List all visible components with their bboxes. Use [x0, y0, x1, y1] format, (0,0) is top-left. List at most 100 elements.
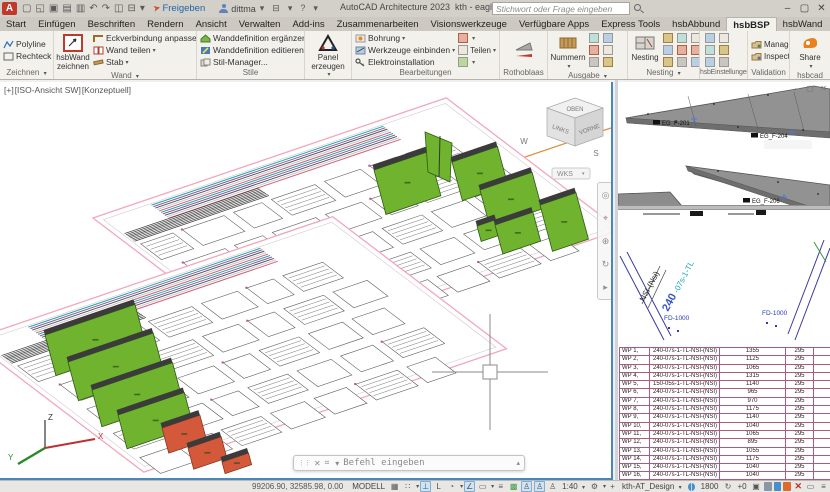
- user-dropdown-icon[interactable]: ▾: [260, 3, 265, 13]
- navigation-wheel-icon[interactable]: ◎: [602, 190, 610, 200]
- validation-manager-button[interactable]: Manager: [750, 38, 790, 50]
- tab-zusammenarbeiten[interactable]: Zusammenarbeiten: [331, 17, 425, 31]
- model-viewport[interactable]: [+][ISO-Ansicht SW][Konzeptuell] ZXYOBEN…: [0, 82, 613, 480]
- teilen-button[interactable]: Teilen▾: [470, 44, 496, 56]
- sheetset-icon[interactable]: ⊟: [128, 3, 136, 14]
- save-as-icon[interactable]: ▤: [62, 3, 71, 14]
- tab-hsbabbund[interactable]: hsbAbbund: [666, 17, 726, 31]
- rothoblaas-blade-icon[interactable]: [514, 53, 534, 59]
- nest-delete-icon[interactable]: [691, 45, 700, 55]
- tab-verf-gbare-apps[interactable]: Verfügbare Apps: [513, 17, 595, 31]
- nest-edit-icon[interactable]: [663, 45, 673, 55]
- share-button[interactable]: ➤ Freigeben: [153, 3, 205, 14]
- cutout-icon[interactable]: [458, 33, 468, 43]
- divide-icon[interactable]: [458, 45, 468, 55]
- panel-label[interactable]: hsbcad: [790, 71, 830, 79]
- customize-command-icon[interactable]: ⌗: [325, 458, 330, 468]
- nummern-button[interactable]: Nummern▾: [550, 32, 586, 71]
- tab-hsbbsp[interactable]: hsbBSP: [726, 17, 776, 31]
- nest-lock-icon[interactable]: [663, 57, 673, 67]
- offset-value[interactable]: +0: [734, 482, 749, 491]
- pane-minimize-button[interactable]: –: [795, 84, 799, 93]
- detail-pane-top[interactable]: EG_F-201EG_F-204EG_F-206 – ▢ ✕: [618, 82, 830, 205]
- chevron-down-icon[interactable]: ▾: [472, 59, 475, 66]
- customization-menu-icon[interactable]: ≡: [818, 481, 829, 492]
- tab-hsbwand[interactable]: hsbWand: [777, 17, 829, 31]
- viewport-visualstyle-control[interactable]: [Konzeptuell]: [82, 85, 131, 95]
- settings-list-icon[interactable]: [719, 33, 729, 43]
- wand-teilen-button[interactable]: Wand teilen▾: [92, 44, 197, 56]
- collision-check-icon[interactable]: [589, 45, 599, 55]
- panel-label[interactable]: Ausgabe ▾: [548, 71, 627, 79]
- settings-pattern-icon[interactable]: [719, 57, 729, 67]
- navigation-bar[interactable]: ◎⌖⊕↻▸: [597, 182, 613, 300]
- eckverbindung-anpassen-button[interactable]: Eckverbindung anpassen▾: [92, 32, 197, 44]
- object-snap-icon[interactable]: ∠: [464, 481, 475, 492]
- panel-label[interactable]: Bearbeitungen: [352, 68, 499, 79]
- dynamic-input-icon[interactable]: ▭: [477, 481, 488, 492]
- tab-visionswerkzeuge[interactable]: Visionswerkzeuge: [425, 17, 513, 31]
- close-command-icon[interactable]: ✕: [314, 459, 321, 468]
- panel-erzeugen-button[interactable]: Panel erzeugen▾: [306, 32, 350, 79]
- close-button[interactable]: ✕: [813, 3, 830, 14]
- exit-clean-icon[interactable]: ✕: [794, 481, 802, 492]
- navbar-more-icon[interactable]: ▸: [603, 282, 608, 292]
- tab-rendern[interactable]: Rendern: [141, 17, 189, 31]
- bohrung-button[interactable]: Bohrung▾: [354, 32, 455, 44]
- settings-gear-icon[interactable]: ⚙: [589, 481, 600, 492]
- trusted-autoload-icon[interactable]: [774, 482, 782, 491]
- elektroinstallation-button[interactable]: Elektroinstallation: [354, 56, 455, 68]
- command-line[interactable]: ⋮⋮ ✕ ⌗ ▾ Befehl eingeben ▴: [293, 455, 525, 471]
- lineweight-icon[interactable]: ≡: [495, 481, 506, 492]
- rothoblaas-wedge-icon[interactable]: [514, 41, 534, 53]
- chevron-down-icon[interactable]: ▾: [472, 35, 475, 42]
- autocad-logo-icon[interactable]: A: [2, 2, 17, 15]
- chevron-down-icon[interactable]: ▾: [460, 483, 463, 490]
- viewcube-face-label[interactable]: S: [593, 149, 598, 158]
- search-input[interactable]: Stichwort oder Frage eingeben: [492, 2, 630, 15]
- wcs-selector[interactable]: WKS: [557, 171, 573, 178]
- drag-handle[interactable]: ⋮⋮: [298, 459, 310, 467]
- nest-table-icon[interactable]: [691, 57, 700, 67]
- command-history-icon[interactable]: ▴: [516, 459, 520, 467]
- tab-beschriften[interactable]: Beschriften: [82, 17, 142, 31]
- clean-screen-icon[interactable]: ▭: [805, 481, 816, 492]
- recent-commands-icon[interactable]: ▾: [335, 459, 339, 468]
- pane-restore-button[interactable]: ▢: [806, 84, 814, 93]
- snap-mode-icon[interactable]: ⊥: [420, 481, 431, 492]
- workspace-switch-button[interactable]: kth-AT_Design ▾: [619, 482, 685, 491]
- refresh-icon[interactable]: ↻: [722, 481, 733, 492]
- cart-icon[interactable]: ⊟: [272, 3, 280, 13]
- panel-label[interactable]: hsbEinstellungen: [700, 68, 747, 79]
- viewport-restore-control[interactable]: [+]: [4, 85, 14, 95]
- settings-profile-icon[interactable]: [705, 33, 715, 43]
- model-space-button[interactable]: MODELL: [349, 482, 388, 491]
- settings-grid-icon[interactable]: [705, 57, 715, 67]
- stil-manager-button[interactable]: Stil-Manager...: [199, 56, 305, 68]
- undo-icon[interactable]: ↶: [89, 3, 97, 14]
- hsbwand-zeichnen-button[interactable]: hsbWand zeichnen: [56, 32, 90, 71]
- wanddefinition-editieren-button[interactable]: Wanddefinition editieren: [199, 44, 305, 56]
- nest-report-icon[interactable]: [677, 57, 687, 67]
- minimize-button[interactable]: –: [779, 3, 796, 14]
- grid-display-icon[interactable]: ▦: [389, 481, 400, 492]
- panel-label[interactable]: Validation: [748, 68, 789, 79]
- rechteck-button[interactable]: Rechteck▾: [2, 50, 54, 62]
- nest-result-icon[interactable]: [677, 45, 687, 55]
- dimension-value[interactable]: 1800: [698, 482, 722, 491]
- validation-inspector-button[interactable]: Inspector: [750, 50, 790, 62]
- layout-icon[interactable]: ◫: [114, 3, 123, 14]
- plot-icon[interactable]: ▥: [76, 3, 85, 14]
- nest-settings-icon[interactable]: [691, 33, 700, 43]
- nest-run-icon[interactable]: [677, 33, 687, 43]
- panel-label[interactable]: Zeichnen ▾: [0, 68, 53, 79]
- apps-icon[interactable]: ▾: [288, 3, 293, 13]
- stab-button[interactable]: Stab▾: [92, 56, 197, 68]
- customize-icon[interactable]: ▾: [140, 3, 145, 14]
- export-drawing-icon[interactable]: [589, 57, 599, 67]
- plot-output-icon[interactable]: [603, 33, 613, 43]
- save-icon[interactable]: ▣: [49, 3, 58, 14]
- autodesk-app-icon[interactable]: [783, 482, 791, 491]
- user-avatar-icon[interactable]: [219, 4, 228, 13]
- snap-grid-icon[interactable]: ∷: [402, 481, 413, 492]
